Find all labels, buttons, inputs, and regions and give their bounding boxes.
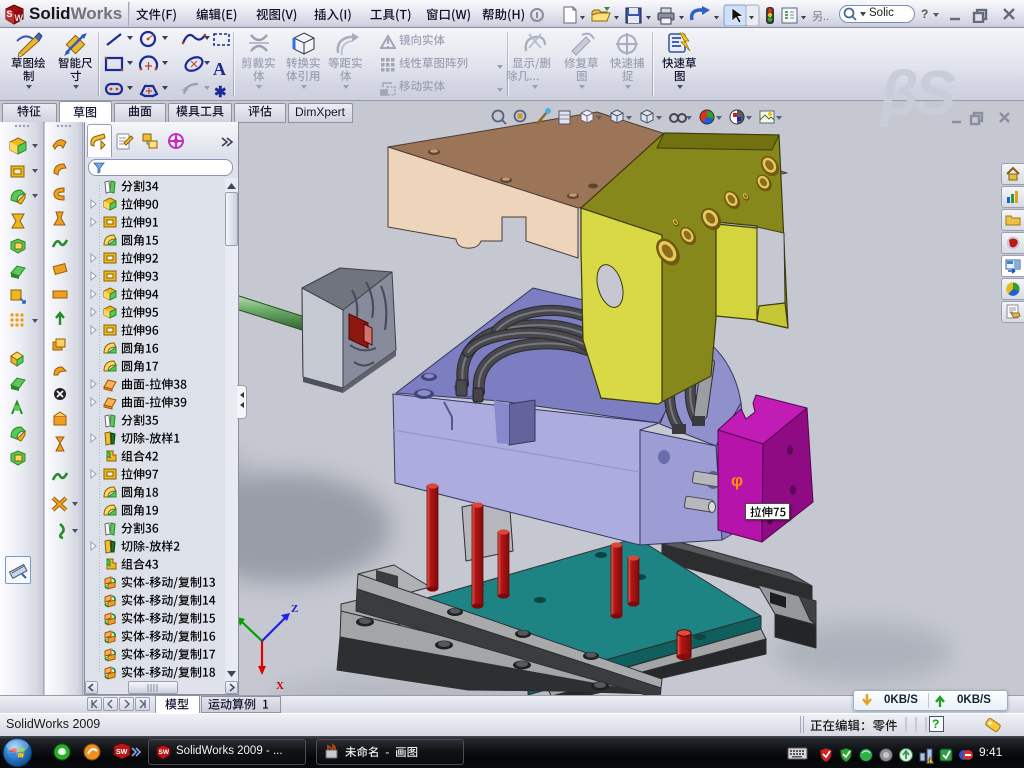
svg-text:✱: ✱ [214,84,227,98]
svg-text:SW: SW [159,749,170,756]
svg-text:A: A [213,59,226,79]
svg-text:X: X [276,680,284,692]
svg-text:φ: φ [731,471,743,490]
svg-text:SW: SW [116,749,128,756]
svg-text:Z: Z [291,603,298,615]
svg-text:另..: 另.. [812,10,829,23]
svg-text:S: S [7,9,13,19]
svg-text:W: W [15,13,24,23]
